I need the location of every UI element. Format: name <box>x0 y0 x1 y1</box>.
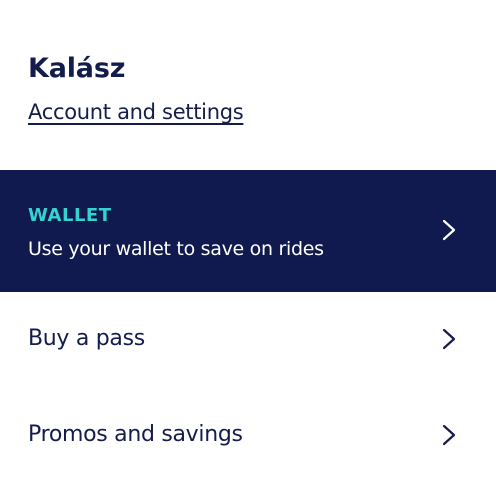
account-settings-link[interactable]: Account and settings <box>28 98 244 126</box>
menu-item-label: Buy a pass <box>28 326 145 351</box>
menu-item-buy-pass[interactable]: Buy a pass <box>0 292 496 386</box>
account-menu-page: Kalász Account and settings WALLET Use y… <box>0 0 496 484</box>
user-name: Kalász <box>28 53 126 84</box>
chevron-right-icon <box>442 328 456 350</box>
menu-item-promos[interactable]: Promos and savings <box>0 388 496 482</box>
wallet-banner[interactable]: WALLET Use your wallet to save on rides <box>0 170 496 292</box>
wallet-title: WALLET <box>28 205 112 226</box>
chevron-right-icon <box>442 424 456 446</box>
profile-header: Kalász Account and settings <box>28 52 244 126</box>
chevron-right-icon <box>442 219 456 241</box>
wallet-description: Use your wallet to save on rides <box>28 238 324 260</box>
menu-item-label: Promos and savings <box>28 422 243 447</box>
